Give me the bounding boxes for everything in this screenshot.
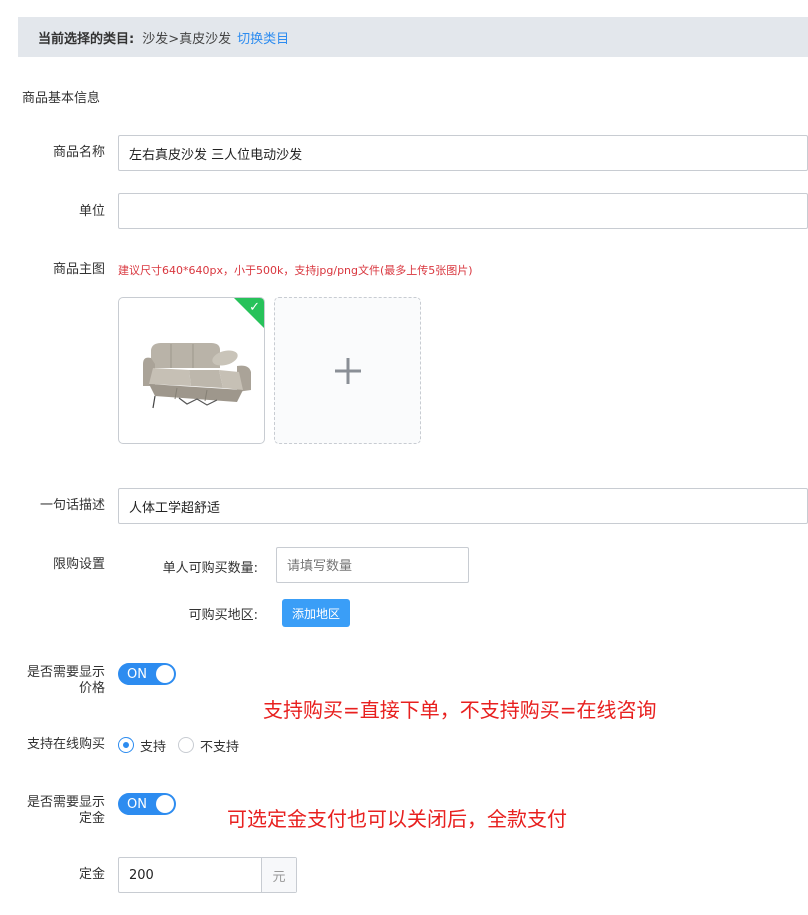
unit-label: 单位 [78, 204, 105, 219]
show-price-switch[interactable]: ON [118, 663, 176, 685]
product-name-label: 商品名称 [52, 145, 105, 160]
uploaded-image-card[interactable]: ✓ [118, 297, 265, 444]
deposit-unit: 元 [261, 858, 296, 892]
show-price-label-line2: 价格 [78, 681, 105, 696]
deposit-input[interactable]: 200 元 [118, 857, 297, 893]
deposit-label: 定金 [78, 867, 105, 882]
qty-label: 单人可购买数量: [162, 561, 258, 576]
unit-input[interactable] [118, 193, 808, 229]
show-deposit-label-line2: 定金 [78, 811, 105, 826]
radio-not-support-label: 不支持 [200, 739, 240, 755]
main-image-label: 商品主图 [52, 262, 105, 277]
radio-support[interactable]: 支持 [118, 736, 166, 755]
online-purchase-radio-group: 支持 不支持 [118, 736, 251, 755]
radio-unselected-icon [178, 737, 195, 753]
product-name-value: 左右真皮沙发 三人位电动沙发 [129, 147, 303, 163]
plus-icon [334, 357, 361, 384]
qty-input[interactable] [276, 547, 469, 583]
radio-support-label: 支持 [140, 739, 167, 755]
region-label: 可购买地区: [188, 608, 258, 623]
purchase-limit-label: 限购设置 [52, 557, 105, 572]
product-name-input[interactable]: 左右真皮沙发 三人位电动沙发 [118, 135, 808, 171]
add-region-button[interactable]: 添加地区 [282, 599, 350, 627]
category-label: 当前选择的类目: [38, 31, 135, 47]
show-deposit-label: 是否需要显示 定金 [0, 795, 105, 827]
radio-not-support[interactable]: 不支持 [178, 736, 239, 755]
check-icon: ✓ [249, 300, 260, 315]
category-path: 沙发>真皮沙发 [142, 31, 232, 47]
category-bar: 当前选择的类目: 沙发>真皮沙发 切换类目 [18, 17, 808, 57]
show-price-label: 是否需要显示 价格 [0, 665, 105, 697]
show-price-label-line1: 是否需要显示 [26, 665, 105, 680]
annotation-deposit-note: 可选定金支付也可以关闭后，全款支付 [227, 807, 567, 831]
switch-knob [156, 665, 174, 683]
radio-selected-icon [118, 737, 134, 753]
description-input[interactable]: 人体工学超舒适 [118, 488, 808, 524]
switch-knob [156, 795, 174, 813]
upload-image-button[interactable] [274, 297, 421, 444]
description-value: 人体工学超舒适 [129, 500, 221, 516]
switch-category-link[interactable]: 切换类目 [237, 28, 289, 47]
show-deposit-switch[interactable]: ON [118, 793, 176, 815]
show-deposit-switch-text: ON [127, 796, 147, 812]
annotation-purchase-note: 支持购买=直接下单，不支持购买=在线咨询 [263, 698, 657, 722]
main-image-hint: 建议尺寸640*640px，小于500k，支持jpg/png文件(最多上传5张图… [118, 264, 473, 277]
deposit-value: 200 [129, 867, 154, 883]
show-deposit-label-line1: 是否需要显示 [26, 795, 105, 810]
show-price-switch-text: ON [127, 666, 147, 682]
description-label: 一句话描述 [39, 498, 105, 513]
online-purchase-label: 支持在线购买 [26, 737, 105, 752]
section-title: 商品基本信息 [22, 91, 101, 106]
